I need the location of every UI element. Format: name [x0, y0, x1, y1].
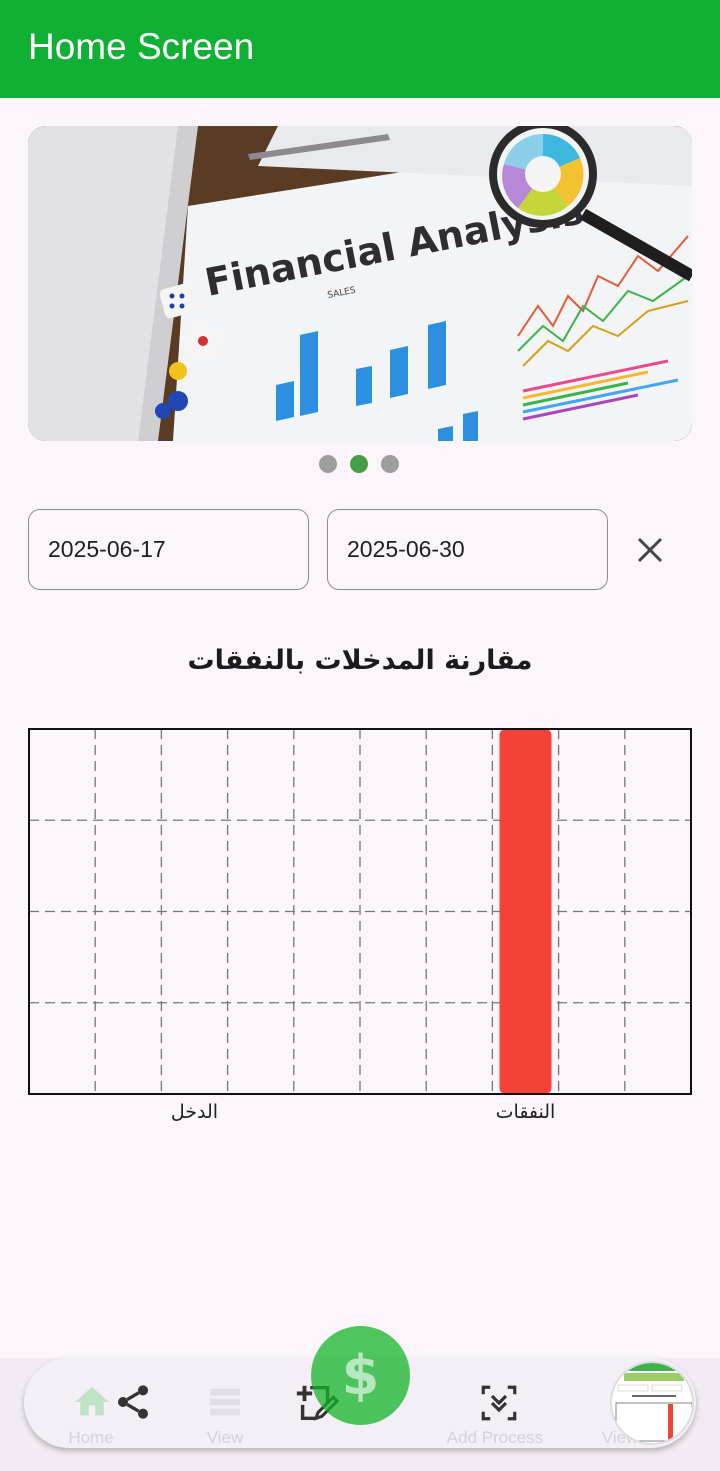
banner-carousel[interactable]: Financial Analysis SALES: [28, 126, 692, 441]
banner-image: Financial Analysis SALES: [28, 126, 692, 441]
add-transaction-fab[interactable]: $: [311, 1326, 410, 1425]
chart-title: مقارنة المدخلات بالنفقات: [187, 645, 533, 676]
carousel-dot[interactable]: [319, 455, 337, 473]
carousel-dot[interactable]: [381, 455, 399, 473]
screen-preview-thumbnail[interactable]: [610, 1361, 694, 1445]
nav-label-add-process: Add Process: [446, 1428, 544, 1447]
share-icon[interactable]: [113, 1382, 153, 1422]
chart-x-tick-label: النفقات: [496, 1101, 556, 1123]
list-icon: [210, 1388, 240, 1416]
clear-dates-button[interactable]: [628, 528, 672, 572]
app-bar: Home Screen: [0, 0, 720, 98]
carousel-dot-active[interactable]: [350, 455, 368, 473]
chart-bar: [499, 729, 552, 1094]
chart-x-tick-label: الدخل: [171, 1101, 218, 1123]
nav-label-view: View: [206, 1428, 244, 1447]
close-icon: [637, 537, 663, 563]
page-title: Home Screen: [28, 26, 255, 67]
chart: الدخل النفقات: [0, 720, 720, 1140]
preview-image: [612, 1363, 692, 1442]
carousel-indicator: [319, 455, 399, 473]
dollar-icon: $: [341, 1344, 380, 1407]
home-icon: [75, 1387, 109, 1416]
nav-label-home: Home: [68, 1428, 114, 1447]
bar-chart: الدخل النفقات: [28, 728, 692, 1123]
collapse-icon: [481, 1385, 517, 1421]
start-date-field[interactable]: 2025-06-17: [28, 509, 309, 590]
end-date-field[interactable]: 2025-06-30: [327, 509, 608, 590]
